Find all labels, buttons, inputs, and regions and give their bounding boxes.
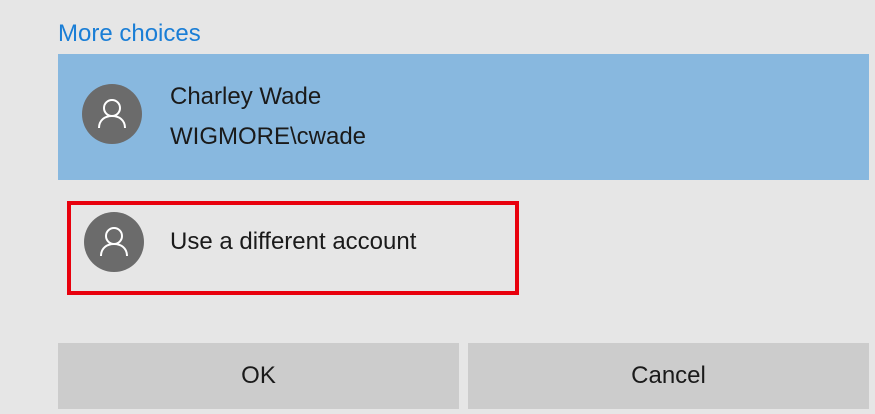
account-username: WIGMORE\cwade [170, 123, 367, 150]
account-name: Charley Wade [170, 83, 322, 110]
account-tile-charley-wade[interactable]: Charley Wade WIGMORE\cwade [58, 54, 869, 180]
more-choices-link[interactable]: More choices [58, 18, 201, 50]
ok-button[interactable]: OK [58, 343, 459, 409]
credential-dialog: More choices Charley Wade WIGMORE\cwade … [0, 0, 875, 414]
use-different-account-option[interactable]: Use a different account [58, 196, 869, 296]
user-avatar-icon [82, 84, 142, 144]
user-avatar-icon [84, 212, 144, 272]
use-different-account-label: Use a different account [170, 228, 417, 255]
cancel-button[interactable]: Cancel [468, 343, 869, 409]
